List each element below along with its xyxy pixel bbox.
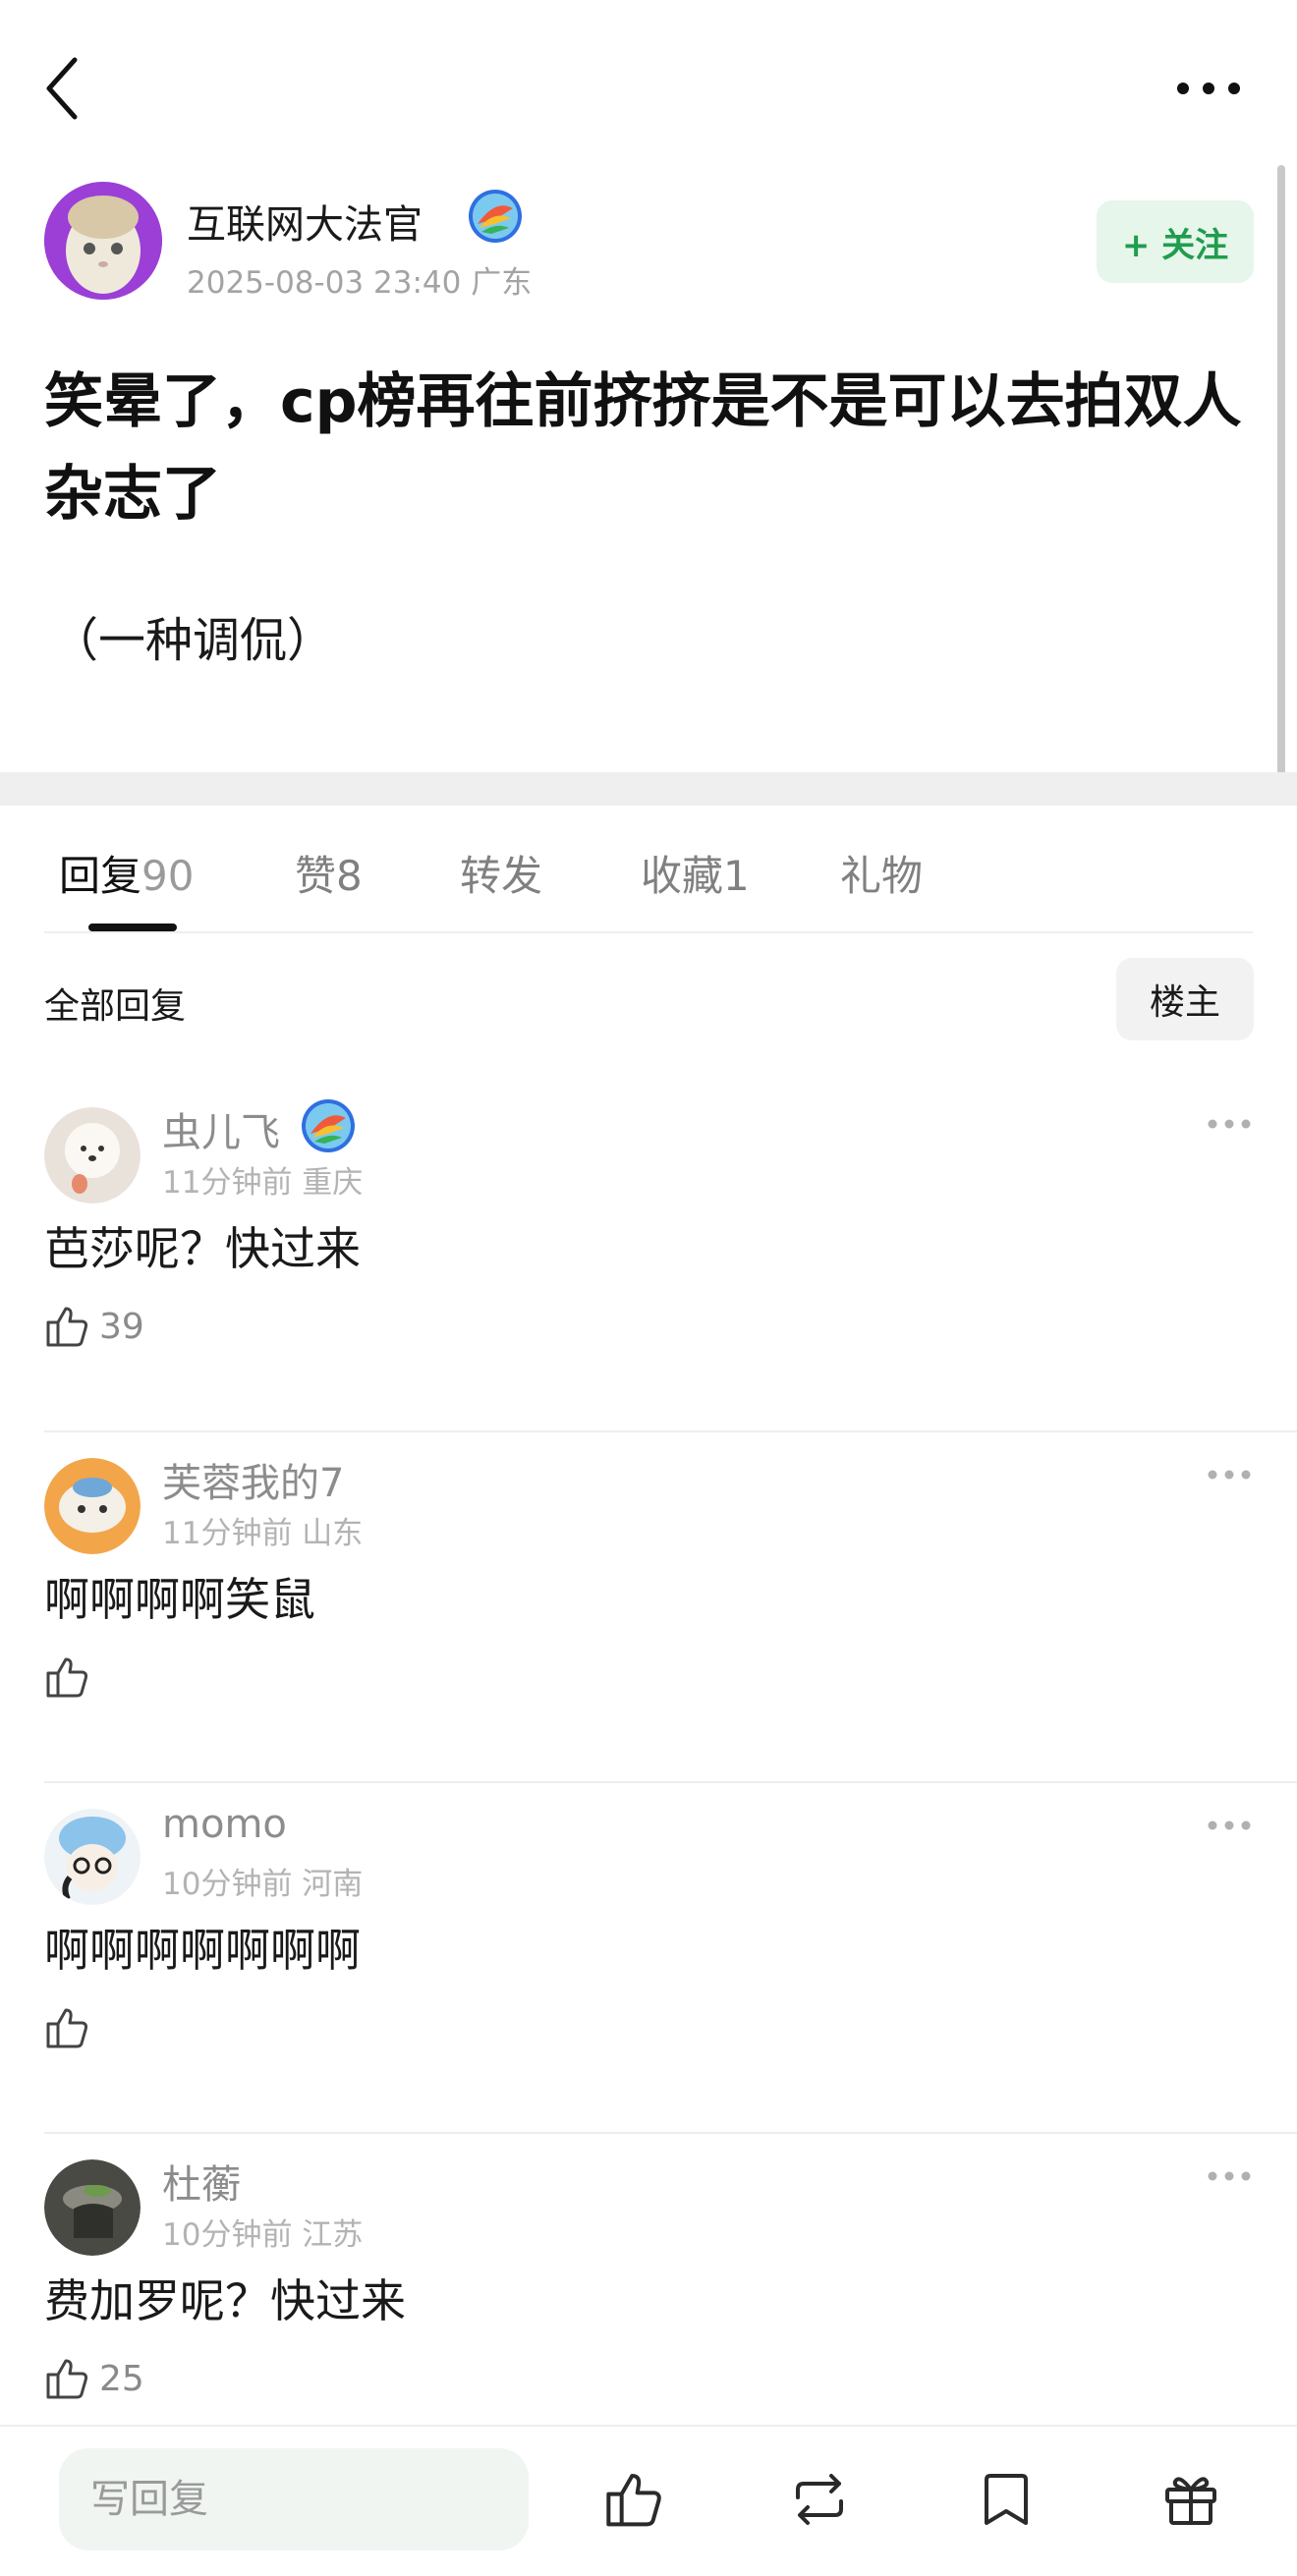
reply-input[interactable] xyxy=(59,2448,529,2550)
comment-time-location: 10分钟前 河南 xyxy=(162,1867,364,1902)
tab-replies-count: 90 xyxy=(141,852,195,900)
post-title: 笑晕了，cp榜再往前挤挤是不是可以去拍双人杂志了 xyxy=(44,367,1242,529)
author-name[interactable]: 互联网大法官 xyxy=(187,193,423,250)
commenter-avatar[interactable] xyxy=(44,2159,141,2256)
comment-text: 芭莎呢？快过来 xyxy=(44,1222,361,1275)
thumbs-up-icon xyxy=(46,1307,88,1347)
comment-more-button[interactable] xyxy=(1205,2164,1254,2188)
commenter-name[interactable]: 虫儿飞 xyxy=(162,1100,280,1157)
chevron-left-icon xyxy=(46,57,78,120)
photo-avatar-icon xyxy=(44,2159,141,2256)
comment-like-button[interactable] xyxy=(44,2000,99,2055)
commenter-avatar[interactable] xyxy=(44,1107,141,1204)
tab-replies-label: 回复 xyxy=(59,852,142,900)
tab-favorites[interactable]: 收藏1 xyxy=(641,843,750,903)
comment-text: 啊啊啊啊啊啊啊 xyxy=(44,1924,361,1977)
op-only-filter-button[interactable]: 楼主 xyxy=(1116,958,1254,1040)
commenter-name[interactable]: momo xyxy=(162,1802,287,1847)
more-dots-icon xyxy=(1177,83,1240,94)
comment-more-button[interactable] xyxy=(1205,1112,1254,1136)
commenter-badge-icon xyxy=(301,1098,356,1153)
back-button[interactable] xyxy=(39,54,88,123)
post-timestamp-location: 2025-08-03 23:40 广东 xyxy=(187,265,533,301)
tab-replies[interactable]: 回复90 xyxy=(59,843,194,903)
commenter-avatar[interactable] xyxy=(44,1809,141,1905)
comment-like-button[interactable]: 39 xyxy=(44,1299,144,1354)
bookmark-icon[interactable] xyxy=(975,2468,1038,2531)
comment-more-button[interactable] xyxy=(1205,1463,1254,1486)
thumbs-up-icon xyxy=(46,1657,88,1698)
scrollbar[interactable] xyxy=(1277,165,1285,806)
more-dots-icon xyxy=(1208,1470,1251,1480)
comment-text: 费加罗呢？快过来 xyxy=(44,2274,406,2327)
tab-gifts-label: 礼物 xyxy=(840,852,924,900)
tabs-divider xyxy=(44,931,1253,933)
more-dots-icon xyxy=(1208,1119,1251,1129)
comment-time-location: 10分钟前 江苏 xyxy=(162,2217,364,2253)
tab-reposts-label: 转发 xyxy=(460,852,543,900)
all-replies-label: 全部回复 xyxy=(44,986,187,1027)
character-avatar-icon xyxy=(44,1809,141,1905)
tab-reposts[interactable]: 转发 xyxy=(460,843,542,903)
comment-more-button[interactable] xyxy=(1205,1814,1254,1837)
comment-time-location: 11分钟前 山东 xyxy=(162,1516,364,1551)
author-badge-icon xyxy=(468,189,523,244)
comment-like-button[interactable] xyxy=(44,1650,99,1705)
section-divider xyxy=(0,772,1297,806)
tab-likes-count: 8 xyxy=(336,852,363,900)
gift-icon[interactable] xyxy=(1159,2468,1222,2531)
comment-item: 虫儿飞 11分钟前 重庆 芭莎呢？快过来 39 xyxy=(0,1081,1297,1432)
comment-time-location: 11分钟前 重庆 xyxy=(162,1165,364,1201)
repost-icon[interactable] xyxy=(788,2468,851,2531)
commenter-name[interactable]: 芙蓉我的7 xyxy=(162,1451,344,1508)
thumbs-up-icon xyxy=(46,2008,88,2048)
more-dots-icon xyxy=(1208,2171,1251,2181)
like-icon[interactable] xyxy=(603,2468,666,2531)
comment-like-count: 39 xyxy=(99,1306,144,1347)
active-tab-indicator xyxy=(88,924,177,931)
plush-dog-avatar-icon xyxy=(44,1107,141,1204)
tab-likes-label: 赞 xyxy=(295,852,337,900)
more-dots-icon xyxy=(1208,1820,1251,1830)
commenter-avatar[interactable] xyxy=(44,1458,141,1554)
tab-likes[interactable]: 赞8 xyxy=(295,843,363,903)
thumbs-up-icon xyxy=(46,2359,88,2399)
follow-button[interactable]: + 关注 xyxy=(1097,200,1254,283)
author-avatar[interactable] xyxy=(44,182,162,300)
more-options-button[interactable] xyxy=(1169,69,1248,108)
tab-favorites-count: 1 xyxy=(723,852,750,900)
post-body: （一种调侃） xyxy=(51,613,335,668)
comment-item: momo 10分钟前 河南 啊啊啊啊啊啊啊 xyxy=(0,1782,1297,2134)
comment-like-button[interactable]: 25 xyxy=(44,2351,144,2406)
comment-item: 芙蓉我的7 11分钟前 山东 啊啊啊啊笑鼠 xyxy=(0,1431,1297,1783)
bottom-action-bar xyxy=(0,2425,1297,2576)
comment-like-count: 25 xyxy=(99,2358,144,2399)
comment-text: 啊啊啊啊笑鼠 xyxy=(44,1573,315,1626)
commenter-name[interactable]: 杜蘅 xyxy=(162,2153,241,2210)
tab-gifts[interactable]: 礼物 xyxy=(840,843,923,903)
cartoon-avatar-icon xyxy=(44,1458,141,1554)
cat-avatar-icon xyxy=(44,182,162,300)
tab-favorites-label: 收藏 xyxy=(641,852,724,900)
